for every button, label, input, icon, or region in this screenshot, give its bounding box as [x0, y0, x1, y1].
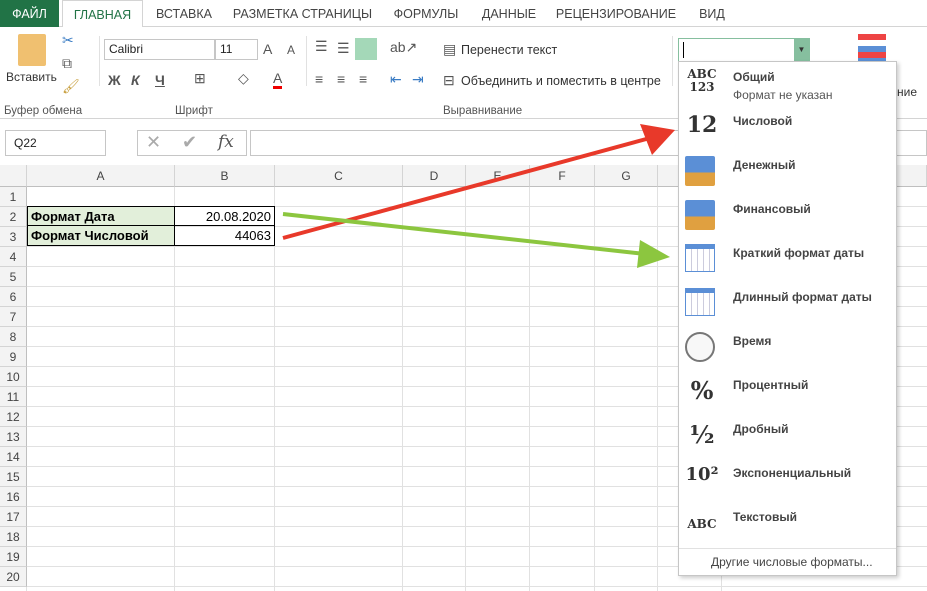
exponent-icon: 10²	[685, 464, 719, 485]
format-item-label: Время	[733, 334, 772, 348]
format-item-label: Денежный	[733, 158, 796, 172]
format-item-description: Формат не указан	[733, 88, 833, 102]
format-item[interactable]: Финансовый	[679, 194, 896, 238]
format-item[interactable]: Время	[679, 326, 896, 370]
accounting-icon	[685, 200, 715, 230]
more-number-formats[interactable]: Другие числовые форматы...	[711, 555, 873, 569]
format-item[interactable]: Длинный формат даты	[679, 282, 896, 326]
format-item[interactable]: ABC Текстовый	[679, 502, 896, 546]
currency-icon	[685, 156, 715, 186]
format-item[interactable]: % Процентный	[679, 370, 896, 414]
format-item-label: Экспоненциальный	[733, 466, 852, 480]
format-item-label: Краткий формат даты	[733, 246, 865, 260]
format-item[interactable]: 12 Числовой	[679, 106, 896, 150]
format-item[interactable]: Краткий формат даты	[679, 238, 896, 282]
format-item-label: Процентный	[733, 378, 809, 392]
format-item[interactable]: ABC 123 Общий Формат не указан	[679, 62, 896, 106]
red-arrow	[282, 136, 651, 240]
number-format-dropdown: Другие числовые форматы... ABC 123 Общий Ф…	[678, 61, 897, 576]
fraction-icon: ½	[689, 420, 715, 449]
calendar-icon	[685, 244, 715, 272]
green-arrowhead	[637, 240, 670, 268]
calendar-long-icon	[685, 288, 715, 316]
format-item[interactable]: 10² Экспоненциальный	[679, 458, 896, 502]
format-item[interactable]: ½ Дробный	[679, 414, 896, 458]
format-item-label: Общий	[733, 70, 775, 84]
number-12-icon: 12	[686, 112, 718, 138]
format-item-label: Числовой	[733, 114, 793, 128]
percent-icon: %	[690, 376, 714, 405]
green-arrow	[282, 212, 646, 256]
divider	[679, 548, 896, 549]
format-item-label: Длинный формат даты	[733, 290, 872, 304]
format-item-label: Дробный	[733, 422, 789, 436]
clock-icon	[685, 332, 715, 362]
text-abc-icon: ABC	[687, 517, 717, 531]
format-item[interactable]: Денежный	[679, 150, 896, 194]
format-item-label: Финансовый	[733, 202, 811, 216]
abc-123-icon: ABC 123	[687, 67, 717, 94]
format-item-label: Текстовый	[733, 510, 797, 524]
